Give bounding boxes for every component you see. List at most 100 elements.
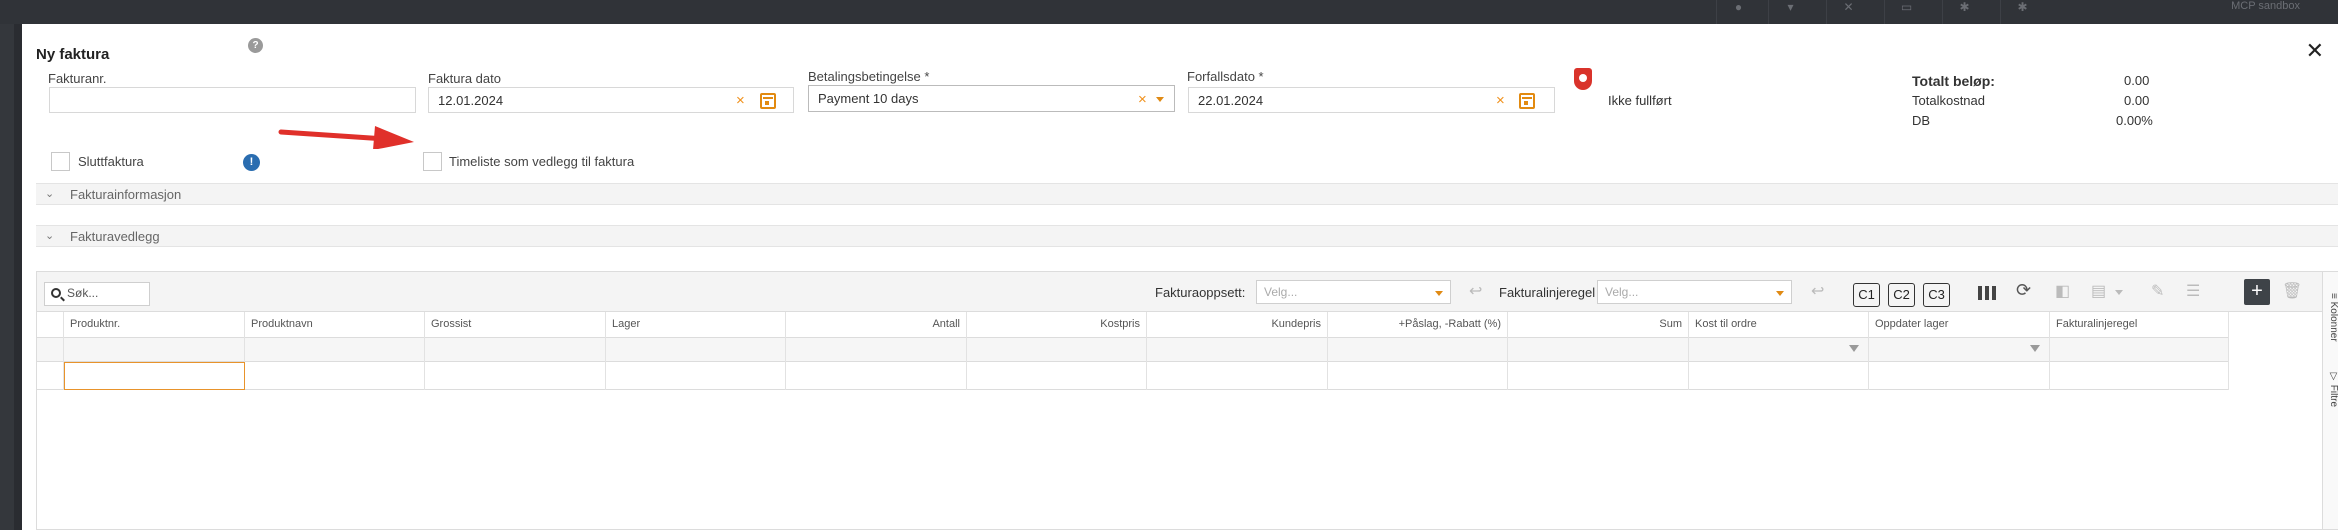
column-header[interactable]: Fakturalinjeregel: [2050, 312, 2229, 338]
table-cell[interactable]: [1508, 362, 1689, 390]
settings-icon[interactable]: ✱: [2000, 0, 2044, 24]
chevron-down-icon[interactable]: [2115, 290, 2123, 295]
column-header[interactable]: Kundepris: [1147, 312, 1328, 338]
annotation-arrow-icon: [278, 126, 414, 149]
table-row: [37, 362, 2229, 390]
chevron-down-icon[interactable]: [1776, 291, 1784, 296]
filter-cell[interactable]: [1508, 338, 1689, 362]
due-date-label: Forfallsdato *: [1187, 69, 1264, 84]
funnel-icon[interactable]: [2030, 345, 2040, 352]
clear-terms-icon[interactable]: ×: [1138, 92, 1147, 107]
invoice-number-input[interactable]: [49, 87, 416, 113]
filter-cell[interactable]: [64, 338, 245, 362]
row-selector-header: [37, 312, 64, 338]
columns-tab-icon: ≡: [2328, 292, 2338, 302]
tab-columns-label: Kolonner: [2328, 301, 2338, 342]
table-cell[interactable]: [1328, 362, 1508, 390]
table-cell[interactable]: [606, 362, 786, 390]
calendar-icon[interactable]: [760, 93, 776, 109]
calendar-icon[interactable]: [1519, 93, 1535, 109]
section-invoice-info[interactable]: ⌄ Fakturainformasjon: [36, 183, 2338, 205]
table-cell[interactable]: [1689, 362, 1869, 390]
indent-icon[interactable]: ☰: [2186, 284, 2200, 300]
final-invoice-label: Sluttfaktura: [78, 154, 144, 169]
funnel-icon[interactable]: [1849, 345, 1859, 352]
add-row-button[interactable]: +: [2244, 279, 2270, 305]
edit-icon[interactable]: ✎: [2151, 284, 2164, 300]
help-icon[interactable]: ?: [248, 38, 263, 53]
chevron-down-icon[interactable]: [1156, 97, 1164, 102]
column-header[interactable]: Grossist: [425, 312, 606, 338]
chevron-down-icon[interactable]: [1435, 291, 1443, 296]
chevron-down-icon: ⌄: [45, 230, 55, 242]
column-header[interactable]: Kost til ordre: [1689, 312, 1869, 338]
total-cost-label: Totalkostnad: [1912, 93, 1985, 108]
table-cell[interactable]: [786, 362, 967, 390]
filter-cell: [37, 338, 64, 362]
filter-cell[interactable]: [1689, 338, 1869, 362]
info-icon[interactable]: !: [243, 154, 260, 171]
table-cell[interactable]: [2050, 362, 2229, 390]
tab-filters[interactable]: ▽ Filtre: [2323, 364, 2338, 414]
line-rule-label: Fakturalinjeregel: [1499, 285, 1596, 300]
delete-icon[interactable]: 🗑: [2282, 284, 2302, 300]
column-header[interactable]: Sum: [1508, 312, 1689, 338]
c3-button[interactable]: C3: [1923, 283, 1950, 307]
section-label: Fakturainformasjon: [70, 187, 182, 202]
grid-filter-row: [37, 338, 2229, 362]
row-selector-cell[interactable]: [37, 362, 64, 390]
product-number-cell[interactable]: [64, 362, 245, 390]
close-icon[interactable]: ✕: [2306, 40, 2324, 62]
compare-icon[interactable]: ◧: [2055, 284, 2070, 300]
tools-icon[interactable]: ✕: [1826, 0, 1870, 24]
filter-cell[interactable]: [425, 338, 606, 362]
c2-button[interactable]: C2: [1888, 283, 1915, 307]
user-icon[interactable]: ●: [1716, 0, 1760, 24]
table-cell[interactable]: [1147, 362, 1328, 390]
table-cell[interactable]: [245, 362, 425, 390]
timesheet-attachment-checkbox[interactable]: [423, 152, 442, 171]
column-header[interactable]: Oppdater lager: [1869, 312, 2050, 338]
filter-cell[interactable]: [245, 338, 425, 362]
payment-terms-select[interactable]: Payment 10 days: [808, 85, 1175, 112]
filter-cell[interactable]: [786, 338, 967, 362]
column-header[interactable]: Produktnavn: [245, 312, 425, 338]
table-cell[interactable]: [967, 362, 1147, 390]
top-app-bar: ● ▾ ✕ ▭ ✱ ✱ MCP sandbox: [0, 0, 2338, 24]
table-cell[interactable]: [1869, 362, 2050, 390]
filter-cell[interactable]: [1147, 338, 1328, 362]
final-invoice-checkbox[interactable]: [51, 152, 70, 171]
db-label: DB: [1912, 113, 1931, 128]
column-header[interactable]: Lager: [606, 312, 786, 338]
section-invoice-attachments[interactable]: ⌄ Fakturavedlegg: [36, 225, 2338, 247]
tab-columns[interactable]: ≡ Kolonner: [2323, 278, 2338, 356]
gear-icon[interactable]: ✱: [1942, 0, 1986, 24]
document-icon[interactable]: ▤: [2091, 284, 2106, 300]
search-input[interactable]: Søk...: [44, 282, 150, 306]
column-header[interactable]: Kostpris: [967, 312, 1147, 338]
c1-button[interactable]: C1: [1853, 283, 1880, 307]
left-nav-strip: [0, 24, 14, 530]
column-header[interactable]: Antall: [786, 312, 967, 338]
undo-icon[interactable]: ↩: [1811, 284, 1824, 300]
timesheet-attachment-label: Timeliste som vedlegg til faktura: [449, 154, 635, 169]
mail-icon[interactable]: ▭: [1884, 0, 1928, 24]
columns-icon[interactable]: [1978, 286, 1996, 300]
filter-cell[interactable]: [606, 338, 786, 362]
filter-cell[interactable]: [967, 338, 1147, 362]
filter-cell[interactable]: [1328, 338, 1508, 362]
clear-date-icon[interactable]: ×: [736, 93, 745, 108]
invoice-layout-select[interactable]: Velg...: [1256, 280, 1451, 304]
line-rule-select[interactable]: Velg...: [1597, 280, 1792, 304]
column-header[interactable]: +Påslag, -Rabatt (%): [1328, 312, 1508, 338]
table-cell[interactable]: [425, 362, 606, 390]
total-amount-label: Totalt beløp:: [1912, 73, 1995, 89]
clear-due-date-icon[interactable]: ×: [1496, 93, 1505, 108]
column-header[interactable]: Produktnr.: [64, 312, 245, 338]
filter-cell[interactable]: [2050, 338, 2229, 362]
refresh-icon[interactable]: ⟳: [2016, 280, 2031, 301]
payment-terms-label: Betalingsbetingelse *: [808, 69, 930, 84]
undo-icon[interactable]: ↩: [1469, 284, 1482, 300]
bell-icon[interactable]: ▾: [1768, 0, 1812, 24]
filter-cell[interactable]: [1869, 338, 2050, 362]
